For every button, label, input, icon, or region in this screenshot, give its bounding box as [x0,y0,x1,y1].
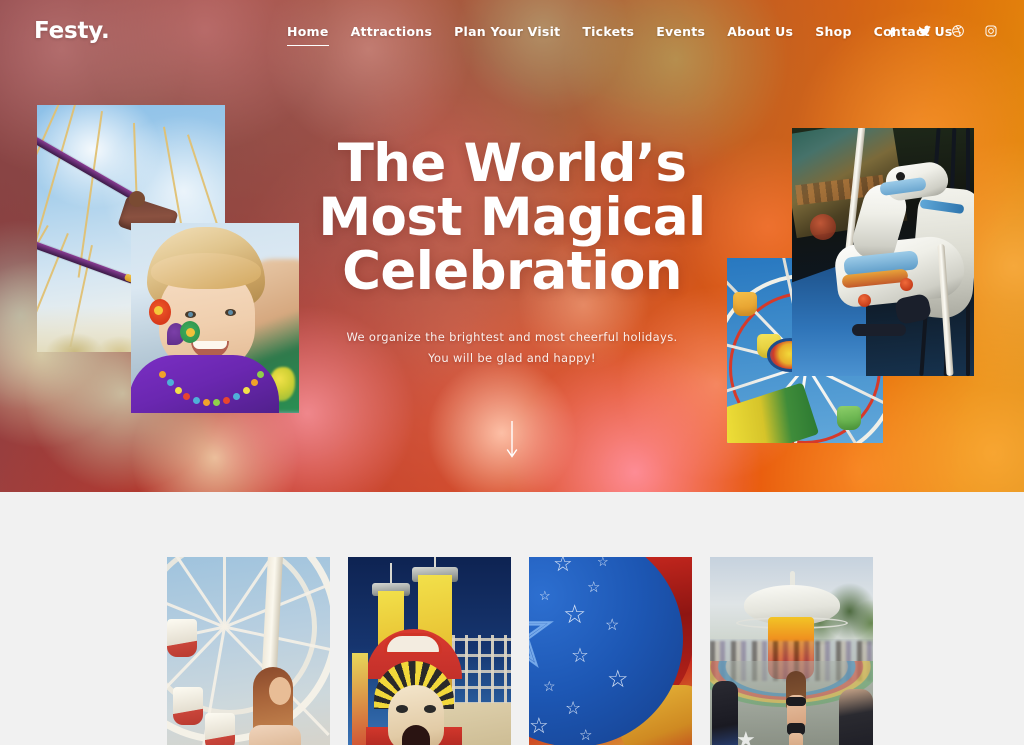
nav-item-attractions[interactable]: Attractions [340,24,444,39]
twitter-icon[interactable] [917,23,932,38]
site-logo[interactable]: Festy. [34,18,110,44]
hero-title: The World’s Most Magical Celebration [0,137,1024,299]
social-links [884,23,998,38]
hero-title-line-1: The World’s [337,133,687,194]
gallery-item-luna-park[interactable] [348,557,511,745]
nav-item-tickets[interactable]: Tickets [571,24,645,39]
nav-item-about-us[interactable]: About Us [716,24,804,39]
nav-item-home[interactable]: Home [276,24,340,46]
hero-subtitle: We organize the brightest and most cheer… [0,327,1024,369]
main-navigation: Festy. Home Attractions Plan Your Visit … [0,0,1024,63]
instagram-icon[interactable] [983,23,998,38]
hero-subtitle-line-1: We organize the brightest and most cheer… [346,330,678,344]
gallery-item-star-balloon[interactable]: ☆ ☆ ☆ ☆ ☆ ☆ ☆ ☆ ☆ ☆ ☆ ☆ ☆ [529,557,692,745]
hero-title-line-3: Celebration [342,241,682,302]
nav-item-shop[interactable]: Shop [804,24,862,39]
gallery-item-ferris-wheel[interactable] [167,557,330,745]
hero-title-line-2: Most Magical [318,187,706,248]
dribbble-icon[interactable] [950,23,965,38]
page-root: Festy. Home Attractions Plan Your Visit … [0,0,1024,745]
nav-item-plan-your-visit[interactable]: Plan Your Visit [443,24,571,39]
hero-subtitle-line-2: You will be glad and happy! [428,351,596,365]
gallery-item-water-park[interactable]: ★ [710,557,873,745]
nav-item-events[interactable]: Events [645,24,716,39]
gallery-section: ☆ ☆ ☆ ☆ ☆ ☆ ☆ ☆ ☆ ☆ ☆ ☆ ☆ [0,492,1024,745]
hero-section: Festy. Home Attractions Plan Your Visit … [0,0,1024,492]
facebook-icon[interactable] [884,23,899,38]
nav-links: Home Attractions Plan Your Visit Tickets… [276,24,964,46]
hero-text-block: The World’s Most Magical Celebration We … [0,137,1024,369]
gallery-row: ☆ ☆ ☆ ☆ ☆ ☆ ☆ ☆ ☆ ☆ ☆ ☆ ☆ [167,557,873,745]
scroll-down-arrow-icon[interactable] [505,421,519,466]
